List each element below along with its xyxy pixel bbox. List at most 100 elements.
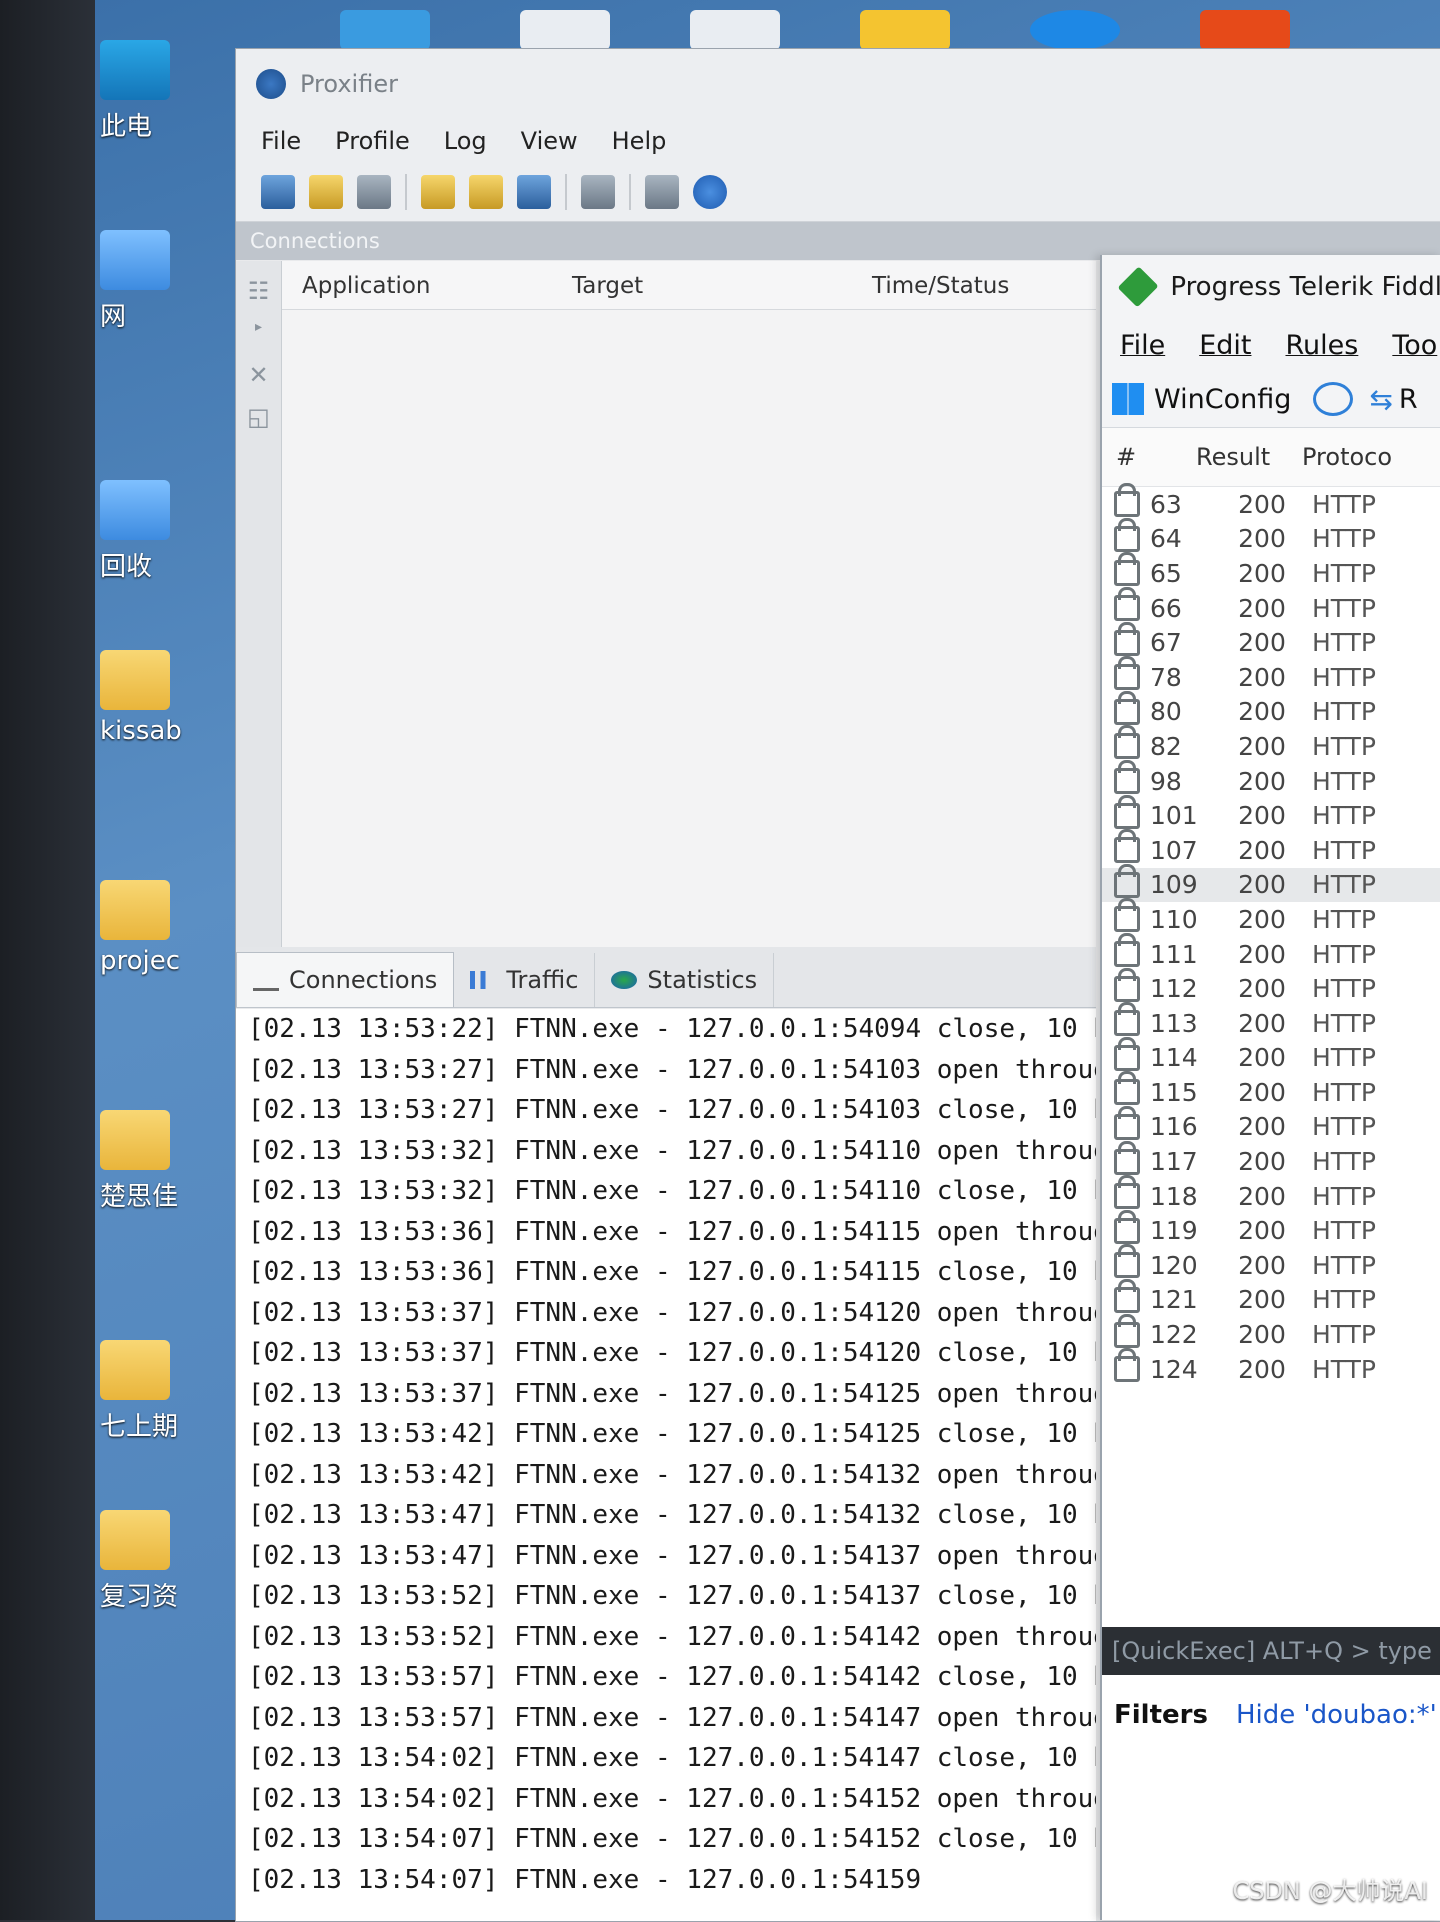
print-icon[interactable] — [645, 175, 679, 209]
column-number[interactable]: # — [1116, 443, 1204, 471]
monitor-bezel — [0, 0, 95, 1920]
session-row[interactable]: 109 200 HTTP — [1102, 863, 1440, 903]
log-line: [02.13 13:53:57] FTNN.exe - 127.0.0.1:54… — [248, 1662, 1096, 1692]
log-line: [02.13 13:53:47] FTNN.exe - 127.0.0.1:54… — [248, 1540, 1096, 1571]
session-row[interactable]: 64 200 HTTP — [1102, 517, 1440, 557]
name-resolution-icon[interactable] — [357, 175, 391, 209]
desktop-shortcut[interactable]: 楚思佳 — [100, 1110, 220, 1213]
session-result: 200 — [1238, 524, 1286, 554]
session-row[interactable]: 114 200 HTTP — [1102, 1036, 1440, 1076]
menu-help[interactable]: Help — [612, 127, 667, 155]
filters-value[interactable]: Hide 'doubao:*' — [1236, 1700, 1437, 1730]
desktop-shortcut[interactable]: kissab — [100, 650, 220, 746]
session-row[interactable]: 63 200 HTTP — [1102, 483, 1440, 522]
log-line: [02.13 13:53:37] FTNN.exe - 127.0.0.1:54… — [248, 1297, 1096, 1328]
session-row[interactable]: 107 200 HTTP — [1102, 829, 1440, 868]
session-row[interactable]: 121 200 HTTP — [1102, 1278, 1440, 1318]
traffic-chart-icon — [470, 971, 497, 989]
session-row[interactable]: 116 200 HTTP — [1102, 1105, 1440, 1145]
column-protocol[interactable]: Protoco — [1302, 443, 1392, 471]
replay-button[interactable]: R — [1399, 384, 1418, 415]
help-icon[interactable] — [693, 175, 727, 209]
proxy-servers-icon[interactable] — [261, 175, 295, 209]
connection-log[interactable]: [02.13 13:53:22] FTNN.exe - 127.0.0.1:54… — [236, 1009, 1096, 1921]
session-protocol: HTTP — [1312, 524, 1376, 554]
session-row[interactable]: 112 200 HTTP — [1102, 967, 1440, 1006]
desktop-app-icon[interactable] — [860, 10, 950, 50]
desktop-shortcut[interactable]: 复习资 — [100, 1510, 220, 1613]
desktop-app-icon[interactable] — [520, 10, 610, 50]
desktop-shortcut[interactable]: 七上期 — [100, 1340, 220, 1443]
session-id: 78 — [1150, 662, 1182, 692]
session-row[interactable]: 122 200 HTTP — [1102, 1313, 1440, 1352]
session-row[interactable]: 82 200 HTTP — [1102, 725, 1440, 764]
desktop-shortcut[interactable]: 此电 — [100, 40, 220, 143]
session-result: 200 — [1238, 593, 1286, 623]
session-row[interactable]: 65 200 HTTP — [1102, 552, 1440, 591]
session-row[interactable]: 124 200 HTTP — [1102, 1348, 1440, 1387]
session-result: 200 — [1238, 489, 1286, 519]
session-row[interactable]: 66 200 HTTP — [1102, 587, 1440, 626]
session-row[interactable]: 80 200 HTTP — [1102, 690, 1440, 730]
lock-icon — [1114, 933, 1140, 968]
session-row[interactable]: 113 200 HTTP — [1102, 1002, 1440, 1041]
export-icon[interactable] — [581, 175, 615, 209]
open-profile-icon[interactable] — [469, 175, 503, 209]
detach-window-icon[interactable]: ◱ — [245, 403, 273, 431]
menu-log[interactable]: Log — [444, 127, 487, 155]
desktop-shortcut[interactable]: 网 — [100, 230, 220, 333]
fiddler-menu-edit[interactable]: Edit — [1199, 330, 1251, 361]
windows-logo-icon — [1112, 383, 1144, 415]
desktop-app-icon[interactable] — [690, 10, 780, 50]
session-row[interactable]: 118 200 HTTP — [1102, 1175, 1440, 1214]
desktop-shortcut[interactable]: 回收 — [100, 480, 220, 583]
session-id: 65 — [1150, 558, 1182, 588]
fiddler-titlebar[interactable]: Progress Telerik Fiddl — [1102, 255, 1440, 319]
tab-traffic[interactable]: Traffic — [454, 953, 596, 1007]
session-row[interactable]: 110 200 HTTP — [1102, 898, 1440, 937]
desktop-shortcut[interactable]: projec — [100, 880, 220, 976]
tab-statistics[interactable]: Statistics — [595, 953, 775, 1007]
replay-arrows-icon[interactable]: ⇆ — [1369, 383, 1392, 416]
fiddler-menu-tools[interactable]: Too — [1392, 330, 1437, 361]
new-profile-icon[interactable] — [421, 175, 455, 209]
tab-connections[interactable]: Connections — [236, 952, 455, 1007]
session-protocol: HTTP — [1312, 1147, 1376, 1177]
winconfig-button[interactable]: WinConfig — [1154, 384, 1291, 415]
close-connection-icon[interactable]: ✕ — [245, 361, 273, 389]
column-target[interactable]: Target — [572, 273, 643, 299]
comment-bubble-icon[interactable] — [1313, 382, 1354, 416]
toolbar-separator — [405, 174, 407, 210]
column-result[interactable]: Result — [1196, 443, 1296, 471]
session-row[interactable]: 78 200 HTTP — [1102, 656, 1440, 695]
fiddler-menu-rules[interactable]: Rules — [1285, 330, 1358, 361]
list-view-icon[interactable]: ☷ — [245, 277, 273, 305]
save-profile-icon[interactable] — [517, 175, 551, 209]
proxification-rules-icon[interactable] — [309, 175, 343, 209]
session-id: 98 — [1150, 766, 1182, 796]
session-row[interactable]: 67 200 HTTP — [1102, 621, 1440, 660]
session-row[interactable]: 120 200 HTTP — [1102, 1244, 1440, 1283]
log-line: [02.13 13:53:36] FTNN.exe - 127.0.0.1:54… — [248, 1216, 1096, 1247]
proxifier-titlebar[interactable]: Proxifier — [236, 49, 1440, 119]
quickexec-input[interactable]: [QuickExec] ALT+Q > type HE — [1102, 1627, 1440, 1675]
menu-view[interactable]: View — [521, 127, 578, 155]
session-row[interactable]: 115 200 HTTP — [1102, 1071, 1440, 1110]
column-application[interactable]: Application — [302, 273, 431, 299]
desktop-app-icon[interactable] — [340, 10, 430, 50]
desktop-app-icon[interactable] — [1030, 10, 1120, 50]
fiddler-menu-file[interactable]: File — [1120, 330, 1165, 361]
lock-icon — [1114, 1348, 1140, 1383]
session-row[interactable]: 117 200 HTTP — [1102, 1140, 1440, 1179]
column-time-status[interactable]: Time/Status — [872, 273, 1009, 299]
session-result: 200 — [1238, 558, 1286, 588]
session-row[interactable]: 101 200 HTTP — [1102, 794, 1440, 833]
session-row[interactable]: 119 200 HTTP — [1102, 1209, 1440, 1248]
expand-arrow-icon[interactable]: ▸ — [245, 319, 273, 345]
session-row[interactable]: 111 200 HTTP — [1102, 933, 1440, 972]
menu-file[interactable]: File — [261, 127, 301, 155]
desktop-shortcut-label: 七上期 — [100, 1412, 179, 1442]
desktop-app-icon[interactable] — [1200, 10, 1290, 50]
session-row[interactable]: 98 200 HTTP — [1102, 760, 1440, 799]
menu-profile[interactable]: Profile — [335, 127, 410, 155]
